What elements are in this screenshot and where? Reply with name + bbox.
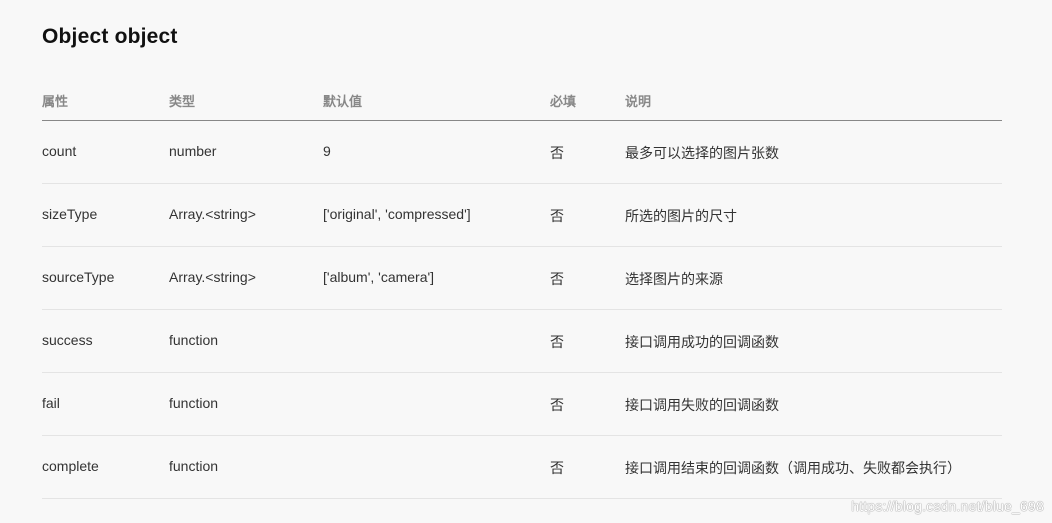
cell-type: function — [169, 332, 219, 348]
cell-required: 否 — [550, 460, 564, 476]
cell-description: 所选的图片的尺寸 — [625, 208, 737, 224]
cell-type: Array.<string> — [169, 269, 256, 285]
column-header-required: 必填 — [550, 94, 577, 109]
cell-description: 选择图片的来源 — [625, 271, 723, 287]
cell-property: complete — [42, 458, 99, 474]
cell-description: 最多可以选择的图片张数 — [625, 145, 779, 161]
section-heading: Object object — [42, 25, 178, 48]
watermark-url: https://blog.csdn.net/blue_698 — [851, 498, 1044, 514]
table-row: count number 9 否 最多可以选择的图片张数 — [42, 121, 1002, 184]
params-table: 属性 类型 默认值 必填 说明 count number 9 否 最多可以选择的… — [42, 78, 1002, 499]
cell-description: 接口调用失败的回调函数 — [625, 397, 779, 413]
cell-type: function — [169, 458, 219, 474]
column-header-property: 属性 — [42, 94, 69, 109]
cell-default: ['original', 'compressed'] — [323, 206, 471, 222]
table-row: fail function 否 接口调用失败的回调函数 — [42, 373, 1002, 436]
cell-required: 否 — [550, 145, 564, 161]
column-header-default: 默认值 — [323, 94, 363, 109]
table-row: complete function 否 接口调用结束的回调函数（调用成功、失败都… — [42, 436, 1002, 499]
cell-required: 否 — [550, 334, 564, 350]
column-header-description: 说明 — [625, 94, 652, 109]
cell-property: sizeType — [42, 206, 98, 222]
cell-required: 否 — [550, 271, 564, 287]
cell-property: count — [42, 143, 77, 159]
table-row: sizeType Array.<string> ['original', 'co… — [42, 184, 1002, 247]
cell-default: 9 — [323, 143, 331, 159]
cell-property: success — [42, 332, 93, 348]
cell-required: 否 — [550, 208, 564, 224]
table-row: sourceType Array.<string> ['album', 'cam… — [42, 247, 1002, 310]
cell-property: sourceType — [42, 269, 115, 285]
table-row: success function 否 接口调用成功的回调函数 — [42, 310, 1002, 373]
cell-type: function — [169, 395, 219, 411]
cell-required: 否 — [550, 397, 564, 413]
cell-description: 接口调用结束的回调函数（调用成功、失败都会执行） — [625, 460, 961, 476]
cell-property: fail — [42, 395, 60, 411]
cell-description: 接口调用成功的回调函数 — [625, 334, 779, 350]
cell-type: Array.<string> — [169, 206, 256, 222]
cell-default: ['album', 'camera'] — [323, 269, 435, 285]
column-header-type: 类型 — [169, 94, 196, 109]
table-header-row: 属性 类型 默认值 必填 说明 — [42, 78, 1002, 121]
cell-type: number — [169, 143, 217, 159]
